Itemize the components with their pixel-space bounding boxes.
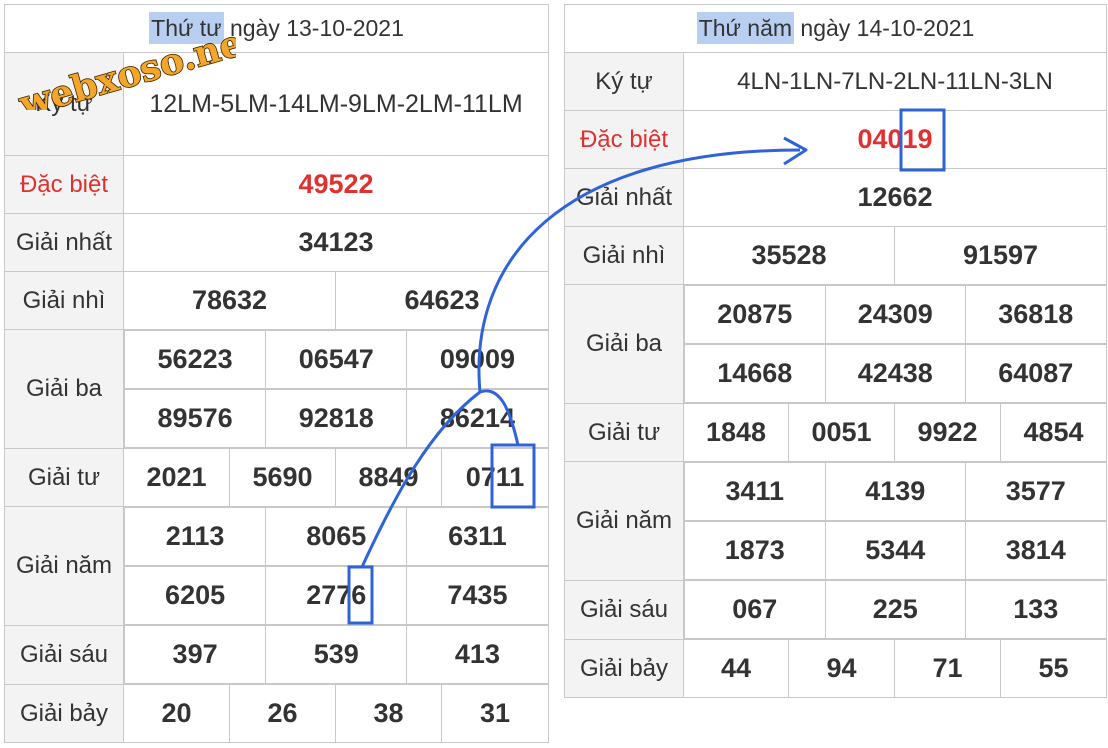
sixth-prize-value: 067 xyxy=(684,580,826,639)
results-table-left: Thứ tư ngày 13-10-2021 Ký tự 12LM-5LM-14… xyxy=(3,4,550,743)
third-prize-label: Giải ba xyxy=(4,329,124,449)
sixth-prize-value: 225 xyxy=(824,580,966,639)
fourth-prize-value: 9922 xyxy=(894,403,1001,462)
third-prize-value: 20875 xyxy=(684,285,826,344)
second-prize-label: Giải nhì xyxy=(564,226,684,285)
first-prize-label: Giải nhất xyxy=(4,213,124,272)
fifth-prize-value: 4139 xyxy=(824,462,966,521)
third-prize-value: 64087 xyxy=(965,344,1107,403)
fourth-prize-label: Giải tư xyxy=(4,448,124,507)
fourth-prize-value: 5690 xyxy=(229,448,336,507)
fifth-prize-value: 8065 xyxy=(265,507,408,566)
date-text: ngày 13-10-2021 xyxy=(229,15,404,41)
first-prize-value: 12662 xyxy=(682,168,1108,227)
sixth-prize-value: 539 xyxy=(265,625,408,684)
fourth-prize-value: 4854 xyxy=(999,403,1108,462)
second-prize-value: 35528 xyxy=(683,226,895,285)
fifth-prize-value: 6205 xyxy=(123,566,267,625)
fifth-prize-label: Giải năm xyxy=(4,506,124,626)
fifth-prize-value: 3577 xyxy=(965,462,1107,521)
weekday-highlight: Thứ tư xyxy=(149,12,224,44)
kytu-value: 4LN-1LN-7LN-2LN-11LN-3LN xyxy=(682,52,1108,111)
date-text: ngày 14-10-2021 xyxy=(800,15,975,41)
first-prize-label: Giải nhất xyxy=(564,168,684,227)
seventh-prize-value: 26 xyxy=(229,684,336,743)
seventh-prize-value: 94 xyxy=(788,639,895,698)
fourth-prize-value: 0711 xyxy=(440,448,550,507)
special-prize-value: 04019 xyxy=(682,110,1108,169)
second-prize-value: 78632 xyxy=(123,271,336,330)
third-prize-value: 42438 xyxy=(824,344,966,403)
first-prize-value: 34123 xyxy=(122,213,550,272)
second-prize-value: 64623 xyxy=(334,271,550,330)
fourth-prize-value: 8849 xyxy=(335,448,442,507)
third-prize-value: 86214 xyxy=(406,389,549,448)
seventh-prize-value: 44 xyxy=(683,639,789,698)
fifth-prize-value: 5344 xyxy=(824,521,966,580)
fifth-prize-value: 1873 xyxy=(684,521,826,580)
seventh-prize-value: 71 xyxy=(894,639,1001,698)
second-prize-label: Giải nhì xyxy=(4,271,124,330)
special-prize-label: Đặc biệt xyxy=(4,155,124,214)
table-header: Thứ năm ngày 14-10-2021 xyxy=(563,4,1108,53)
fifth-prize-value: 3814 xyxy=(965,521,1107,580)
seventh-prize-label: Giải bảy xyxy=(4,684,124,743)
fifth-prize-value: 2113 xyxy=(123,507,267,566)
kytu-label: Ký tự xyxy=(564,52,684,111)
sixth-prize-value: 397 xyxy=(123,625,267,684)
third-prize-value: 89576 xyxy=(123,389,267,448)
third-prize-value: 09009 xyxy=(406,330,549,389)
second-prize-value: 91597 xyxy=(893,226,1108,285)
fifth-prize-value: 2776 xyxy=(265,566,408,625)
fifth-prize-value: 7435 xyxy=(406,566,549,625)
sixth-prize-label: Giải sáu xyxy=(564,579,684,640)
fifth-prize-label: Giải năm xyxy=(564,461,684,581)
kytu-value: 12LM-5LM-14LM-9LM-2LM-11LM xyxy=(122,52,550,156)
fourth-prize-value: 0051 xyxy=(788,403,895,462)
seventh-prize-value: 31 xyxy=(440,684,550,743)
results-table-right: Thứ năm ngày 14-10-2021 Ký tự 4LN-1LN-7L… xyxy=(563,4,1108,698)
seventh-prize-value: 20 xyxy=(123,684,230,743)
third-prize-value: 24309 xyxy=(824,285,966,344)
sixth-prize-value: 413 xyxy=(406,625,549,684)
fourth-prize-value: 2021 xyxy=(123,448,230,507)
third-prize-value: 14668 xyxy=(684,344,826,403)
fifth-prize-value: 3411 xyxy=(684,462,826,521)
seventh-prize-value: 38 xyxy=(335,684,442,743)
third-prize-value: 06547 xyxy=(265,330,408,389)
kytu-label: Ký tự xyxy=(4,52,124,156)
weekday-highlight: Thứ năm xyxy=(696,12,795,44)
fourth-prize-value: 1848 xyxy=(683,403,789,462)
third-prize-label: Giải ba xyxy=(564,284,684,404)
special-prize-label: Đặc biệt xyxy=(564,110,684,169)
third-prize-value: 36818 xyxy=(965,285,1107,344)
sixth-prize-label: Giải sáu xyxy=(4,624,124,685)
third-prize-value: 56223 xyxy=(123,330,267,389)
seventh-prize-label: Giải bảy xyxy=(564,639,684,698)
table-header: Thứ tư ngày 13-10-2021 xyxy=(3,4,550,53)
fourth-prize-label: Giải tư xyxy=(564,403,684,462)
third-prize-value: 92818 xyxy=(265,389,408,448)
special-prize-value: 49522 xyxy=(122,155,550,214)
sixth-prize-value: 133 xyxy=(965,580,1107,639)
seventh-prize-value: 55 xyxy=(999,639,1108,698)
fifth-prize-value: 6311 xyxy=(406,507,549,566)
